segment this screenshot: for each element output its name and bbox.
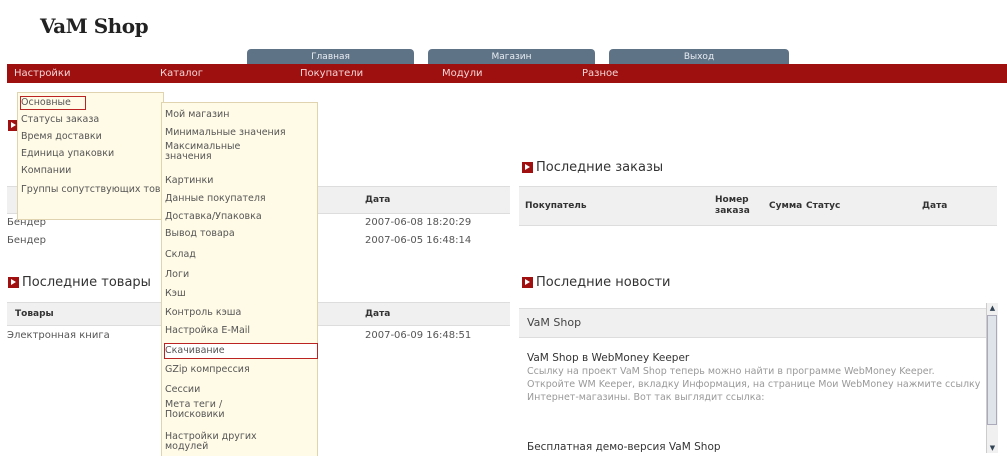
menu-catalog[interactable]: Каталог [160, 64, 203, 83]
product-name[interactable]: Электронная книга [7, 330, 110, 341]
settings-dropdown: Основные Статусы заказа Время доставки Е… [17, 92, 184, 220]
menu-item-other-modules[interactable]: Настройки других модулей [165, 432, 265, 452]
menu-item-shipping[interactable]: Доставка/Упаковка [165, 212, 262, 222]
menu-settings[interactable]: Настройки [14, 64, 70, 83]
menu-item-product-display[interactable]: Вывод товара [165, 229, 235, 239]
menu-item-gzip[interactable]: GZip компрессия [165, 365, 250, 375]
tab-logout[interactable]: Выход [609, 49, 789, 65]
menu-customers[interactable]: Покупатели [300, 64, 363, 83]
shop-submenu: Мой магазин Минимальные значения Максима… [161, 102, 318, 456]
table-row-name: Бендер [7, 235, 46, 246]
col-date: Дата [365, 309, 391, 319]
col-sum: Сумма [769, 201, 803, 211]
logo: VaM Shop [40, 14, 149, 38]
menu-item-logs[interactable]: Логи [165, 270, 189, 280]
menu-item-downloads[interactable]: Скачивание [165, 346, 225, 356]
menu-modules[interactable]: Модули [442, 64, 482, 83]
menu-item-cache-control[interactable]: Контроль кэша [165, 308, 241, 318]
last-orders-title: Последние заказы [536, 160, 664, 175]
main-menu: Настройки Каталог Покупатели Модули Разн… [7, 64, 1007, 83]
menu-item-delivery-time[interactable]: Время доставки [21, 132, 102, 142]
menu-item-cache[interactable]: Кэш [165, 289, 186, 299]
col-products: Товары [15, 309, 54, 319]
news-scrollbar[interactable]: ▲ ▼ [986, 303, 998, 453]
news-item-title[interactable]: VaM Shop в WebMoney Keeper [527, 352, 689, 364]
menu-item-meta-tags[interactable]: Мета теги / Поисковики [165, 400, 255, 420]
col-status: Статус [806, 201, 841, 211]
news-next-title[interactable]: Бесплатная демо-версия VaM Shop [527, 441, 721, 453]
scroll-up-icon[interactable]: ▲ [987, 303, 998, 313]
last-products-heading: Последние товары [8, 275, 151, 290]
menu-item-companies[interactable]: Компании [21, 166, 71, 176]
menu-item-min-values[interactable]: Минимальные значения [165, 128, 286, 138]
last-news-heading: Последние новости [522, 275, 671, 290]
menu-item-images[interactable]: Картинки [165, 176, 213, 186]
scroll-down-icon[interactable]: ▼ [987, 443, 998, 453]
last-products-title: Последние товары [22, 275, 151, 290]
news-item-body: Ссылку на проект VaM Shop теперь можно н… [527, 366, 981, 403]
menu-item-email-settings[interactable]: Настройка E-Mail [165, 326, 250, 336]
menu-item-sessions[interactable]: Сессии [165, 385, 200, 395]
menu-item-stock[interactable]: Склад [165, 250, 196, 260]
menu-misc[interactable]: Разное [582, 64, 618, 83]
table-row-date: 2007-06-05 16:48:14 [365, 235, 472, 246]
arrow-icon [8, 277, 19, 288]
table-row-date: 2007-06-08 18:20:29 [365, 217, 472, 228]
col-date: Дата [922, 201, 948, 211]
menu-item-customer-data[interactable]: Данные покупателя [165, 194, 266, 204]
arrow-icon [522, 162, 533, 173]
col-customer: Покупатель [525, 201, 587, 211]
date-header: Дата [365, 195, 391, 205]
news-panel: VaM Shop VaM Shop в WebMoney Keeper Ссыл… [519, 303, 997, 453]
last-orders-heading: Последние заказы [522, 160, 663, 175]
arrow-icon [522, 277, 533, 288]
col-order-number: Номер заказа [715, 195, 750, 216]
menu-item-my-shop[interactable]: Мой магазин [165, 110, 229, 120]
last-news-title: Последние новости [536, 275, 671, 290]
scroll-thumb[interactable] [987, 315, 997, 425]
product-date: 2007-06-09 16:48:51 [365, 330, 472, 341]
news-source: VaM Shop [527, 316, 582, 329]
tab-home[interactable]: Главная [247, 49, 414, 65]
menu-item-order-status[interactable]: Статусы заказа [21, 115, 99, 125]
menu-item-packaging-unit[interactable]: Единица упаковки [21, 149, 114, 159]
tab-shop[interactable]: Магазин [428, 49, 595, 65]
news-header [519, 308, 997, 338]
menu-item-basic[interactable]: Основные [21, 98, 71, 108]
orders-table-header: Покупатель Номер заказа Сумма Статус Дат… [519, 186, 997, 226]
menu-item-max-values[interactable]: Максимальные значения [165, 142, 255, 162]
